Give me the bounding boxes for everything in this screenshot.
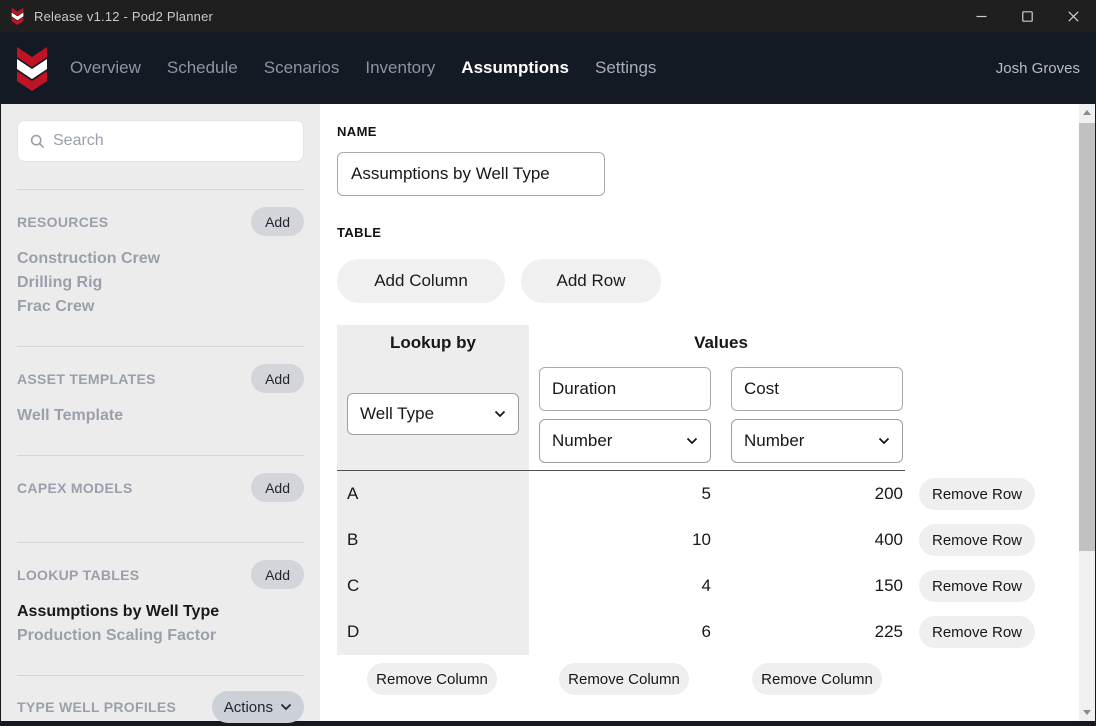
remove-row-button[interactable]: Remove Row [919, 478, 1035, 510]
app-window: Release v1.12 - Pod2 Planner [0, 0, 1096, 726]
main-nav: Overview Schedule Scenarios Inventory As… [0, 32, 1096, 104]
add-lookup-table-button[interactable]: Add [251, 560, 304, 589]
section-title-resources: RESOURCES [17, 214, 108, 230]
table-row: D 6 225 Remove Row [337, 609, 1047, 655]
lookup-table: Lookup by Values Well Type Number [337, 325, 1047, 697]
remove-column-button-lookup[interactable]: Remove Column [367, 663, 497, 695]
row-cost-value: 150 [731, 563, 903, 609]
search-icon [30, 134, 45, 149]
section-title-lookup-tables: LOOKUP TABLES [17, 567, 139, 583]
sidebar-item-assumptions-by-well-type[interactable]: Assumptions by Well Type [17, 600, 304, 624]
column-name-input-duration[interactable] [539, 367, 711, 411]
app-logo-icon [10, 7, 25, 25]
maximize-icon [1022, 11, 1033, 22]
user-name[interactable]: Josh Groves [996, 60, 1080, 77]
name-input[interactable] [337, 152, 605, 196]
divider [17, 346, 304, 347]
remove-row-button[interactable]: Remove Row [919, 570, 1035, 602]
row-key: D [347, 609, 359, 655]
column-name-input-cost[interactable] [731, 367, 903, 411]
values-header: Values [537, 333, 905, 353]
nav-item-schedule[interactable]: Schedule [167, 58, 238, 78]
table-row: C 4 150 Remove Row [337, 563, 1047, 609]
add-asset-template-button[interactable]: Add [251, 364, 304, 393]
scrollbar-down-arrow[interactable] [1079, 704, 1095, 721]
row-cost-value: 400 [731, 517, 903, 563]
titlebar: Release v1.12 - Pod2 Planner [0, 0, 1096, 32]
chevron-down-icon [280, 703, 292, 711]
section-title-type-well-profiles: TYPE WELL PROFILES [17, 699, 176, 715]
add-resource-button[interactable]: Add [251, 207, 304, 236]
divider [17, 455, 304, 456]
lookup-by-header: Lookup by [337, 333, 529, 353]
add-row-button[interactable]: Add Row [521, 259, 661, 303]
table-label: TABLE [337, 225, 1079, 240]
nav-item-scenarios[interactable]: Scenarios [264, 58, 340, 78]
search-input[interactable] [53, 132, 291, 150]
sidebar-item-drilling-rig[interactable]: Drilling Rig [17, 271, 304, 295]
divider [17, 189, 304, 190]
remove-row-button[interactable]: Remove Row [919, 616, 1035, 648]
add-column-button[interactable]: Add Column [337, 259, 505, 303]
search-box[interactable] [17, 120, 304, 162]
close-icon [1068, 11, 1079, 22]
column-type-select-duration[interactable]: Number [539, 419, 711, 463]
section-title-capex-models: CAPEX MODELS [17, 480, 133, 496]
chevron-down-icon [494, 410, 506, 418]
table-row: B 10 400 Remove Row [337, 517, 1047, 563]
row-duration-value: 10 [539, 517, 711, 563]
row-duration-value: 5 [539, 471, 711, 517]
add-capex-model-button[interactable]: Add [251, 473, 304, 502]
sidebar-item-production-scaling-factor[interactable]: Production Scaling Factor [17, 624, 304, 648]
remove-column-button-cost[interactable]: Remove Column [752, 663, 882, 695]
name-label: NAME [337, 124, 1079, 139]
remove-column-button-duration[interactable]: Remove Column [559, 663, 689, 695]
nav-item-assumptions[interactable]: Assumptions [461, 58, 569, 78]
lookup-by-select[interactable]: Well Type [347, 393, 519, 435]
sidebar-item-frac-crew[interactable]: Frac Crew [17, 295, 304, 319]
main-content: NAME TABLE Add Column Add Row Lookup by … [320, 104, 1079, 721]
row-key: C [347, 563, 359, 609]
type-well-profiles-actions-button[interactable]: Actions [212, 691, 304, 723]
minimize-button[interactable] [958, 0, 1004, 32]
vertical-scrollbar[interactable] [1079, 104, 1095, 721]
nav-item-overview[interactable]: Overview [70, 58, 141, 78]
section-title-asset-templates: ASSET TEMPLATES [17, 371, 156, 387]
nav-item-inventory[interactable]: Inventory [365, 58, 435, 78]
sidebar: RESOURCES Add Construction Crew Drilling… [1, 104, 320, 721]
row-duration-value: 6 [539, 609, 711, 655]
nav-item-settings[interactable]: Settings [595, 58, 656, 78]
scrollbar-thumb[interactable] [1079, 123, 1095, 551]
row-cost-value: 225 [731, 609, 903, 655]
row-key: B [347, 517, 358, 563]
scrollbar-up-arrow[interactable] [1079, 104, 1095, 121]
chevron-down-icon [686, 437, 698, 445]
divider [17, 542, 304, 543]
brand-logo [15, 45, 49, 91]
minimize-icon [976, 11, 987, 22]
column-type-select-cost[interactable]: Number [731, 419, 903, 463]
window-title: Release v1.12 - Pod2 Planner [34, 9, 213, 24]
close-button[interactable] [1050, 0, 1096, 32]
remove-row-button[interactable]: Remove Row [919, 524, 1035, 556]
row-duration-value: 4 [539, 563, 711, 609]
table-row: A 5 200 Remove Row [337, 471, 1047, 517]
sidebar-item-construction-crew[interactable]: Construction Crew [17, 247, 304, 271]
chevron-down-icon [878, 437, 890, 445]
divider [17, 675, 304, 676]
maximize-button[interactable] [1004, 0, 1050, 32]
row-key: A [347, 471, 358, 517]
sidebar-item-well-template[interactable]: Well Template [17, 404, 304, 428]
row-cost-value: 200 [731, 471, 903, 517]
